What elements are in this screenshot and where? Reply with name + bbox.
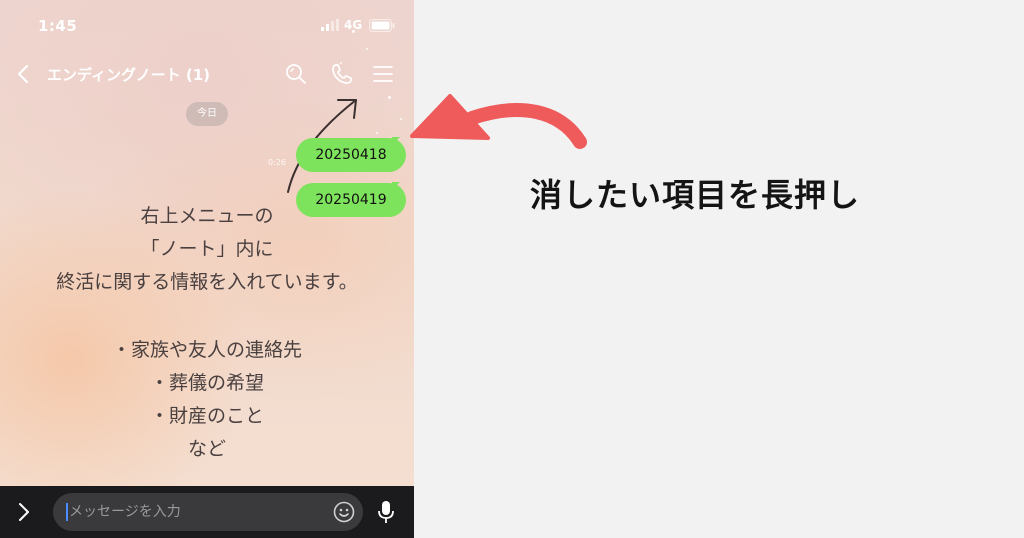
wallpaper-text: 右上メニューの 「ノート」内に 終活に関する情報を入れています。 ・家族や友人の…: [0, 200, 414, 466]
search-icon[interactable]: [284, 62, 308, 86]
wallpaper-list-item: ・財産のこと: [149, 405, 264, 427]
sparkle: [400, 118, 402, 120]
wallpaper-line: 右上メニューの: [140, 205, 274, 227]
instruction-text: 消したい項目を長押し: [530, 176, 861, 214]
battery-icon: [369, 19, 395, 32]
chat-header: エンディングノート (1): [0, 56, 414, 92]
emoji-icon[interactable]: [333, 501, 355, 523]
input-bar: [0, 486, 414, 538]
message-input[interactable]: [53, 493, 363, 531]
red-arrow-icon: [410, 94, 587, 149]
sparkle: [388, 96, 391, 99]
wallpaper-line: 終活に関する情報を入れています。: [56, 271, 358, 293]
wallpaper-list-item: ・葬儀の希望: [149, 372, 264, 394]
network-label: 4G: [344, 18, 363, 32]
phone-screen: 1:45 4G エンディングノート (1) 今日 0:26 20250418 2…: [0, 0, 414, 538]
date-label: 今日: [186, 102, 228, 126]
status-bar: 1:45 4G: [0, 0, 414, 50]
wallpaper-line: 「ノート」内に: [140, 238, 274, 260]
back-icon[interactable]: [14, 63, 34, 85]
text-caret: [66, 503, 68, 521]
wallpaper-list-item: など: [187, 438, 226, 460]
chat-title: エンディングノート (1): [47, 66, 211, 84]
signal-icon: [321, 19, 339, 31]
sparkle: [376, 132, 378, 134]
expand-icon[interactable]: [14, 500, 34, 524]
status-time: 1:45: [38, 17, 78, 35]
menu-icon[interactable]: [372, 64, 394, 84]
phone-call-icon[interactable]: [330, 62, 354, 86]
message-bubble[interactable]: 20250418: [296, 138, 406, 172]
wallpaper-list-item: ・家族や友人の連絡先: [111, 339, 302, 361]
message-time: 0:26: [268, 158, 286, 167]
mic-icon[interactable]: [377, 500, 395, 524]
